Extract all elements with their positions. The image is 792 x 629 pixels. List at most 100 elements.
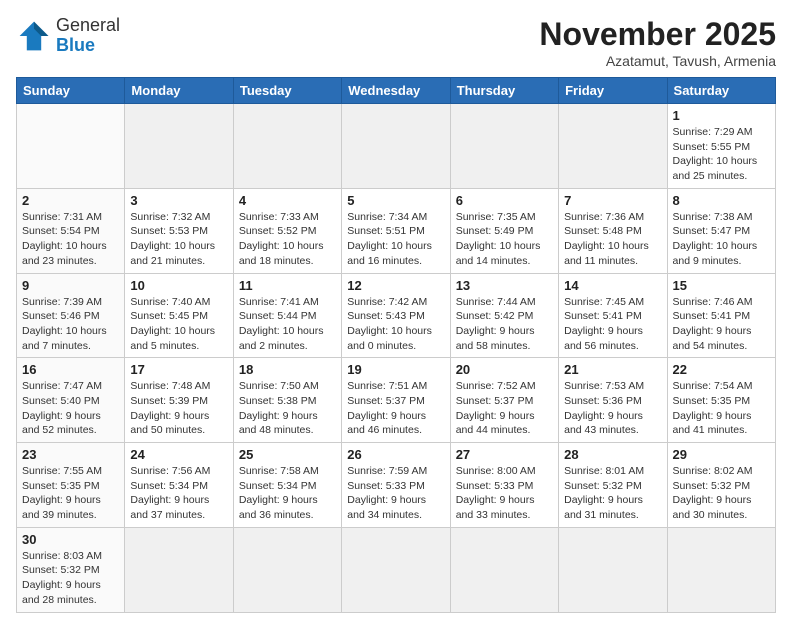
day-number: 11 — [239, 278, 336, 293]
calendar-cell: 26Sunrise: 7:59 AM Sunset: 5:33 PM Dayli… — [342, 443, 450, 528]
day-number: 12 — [347, 278, 444, 293]
week-row-4: 16 Sunrise: 7:47 AM Sunset: 5:40 PM Dayli… — [17, 358, 776, 443]
day-number: 23 — [22, 447, 119, 462]
calendar-cell: 21 Sunrise: 7:53 AM Sunset: 5:36 PM Dayli… — [559, 358, 667, 443]
day-info: Sunrise: 7:42 AM Sunset: 5:43 PM Dayligh… — [347, 295, 444, 354]
day-info: Sunrise: 7:52 AM Sunset: 5:37 PM Dayligh… — [456, 379, 553, 438]
month-title: November 2025 — [539, 16, 776, 53]
calendar-cell — [450, 527, 558, 612]
day-number: 28 — [564, 447, 661, 462]
week-row-3: 9 Sunrise: 7:39 AM Sunset: 5:46 PM Daylig… — [17, 273, 776, 358]
calendar-cell — [342, 104, 450, 189]
day-number: 14 — [564, 278, 661, 293]
day-info: Sunrise: 7:41 AM Sunset: 5:44 PM Dayligh… — [239, 295, 336, 354]
calendar-cell — [559, 527, 667, 612]
calendar-cell: 18 Sunrise: 7:50 AM Sunset: 5:38 PM Dayli… — [233, 358, 341, 443]
day-info: Sunrise: 7:44 AM Sunset: 5:42 PM Dayligh… — [456, 295, 553, 354]
calendar-header-thursday: Thursday — [450, 78, 558, 104]
calendar-cell: 8Sunrise: 7:38 AM Sunset: 5:47 PM Daylig… — [667, 188, 775, 273]
day-info: Sunrise: 7:53 AM Sunset: 5:36 PM Dayligh… — [564, 379, 661, 438]
calendar-cell — [450, 104, 558, 189]
day-info: Sunrise: 7:35 AM Sunset: 5:49 PM Dayligh… — [456, 210, 553, 269]
day-number: 4 — [239, 193, 336, 208]
calendar-cell: 24 Sunrise: 7:56 AM Sunset: 5:34 PM Dayli… — [125, 443, 233, 528]
week-row-1: 1Sunrise: 7:29 AM Sunset: 5:55 PM Daylig… — [17, 104, 776, 189]
day-number: 29 — [673, 447, 770, 462]
calendar-cell: 5 Sunrise: 7:34 AM Sunset: 5:51 PM Daylig… — [342, 188, 450, 273]
day-info: Sunrise: 7:54 AM Sunset: 5:35 PM Dayligh… — [673, 379, 770, 438]
calendar-cell: 30Sunrise: 8:03 AM Sunset: 5:32 PM Dayli… — [17, 527, 125, 612]
calendar-cell: 12 Sunrise: 7:42 AM Sunset: 5:43 PM Dayli… — [342, 273, 450, 358]
calendar-cell — [17, 104, 125, 189]
day-number: 24 — [130, 447, 227, 462]
calendar-cell: 15Sunrise: 7:46 AM Sunset: 5:41 PM Dayli… — [667, 273, 775, 358]
day-info: Sunrise: 8:01 AM Sunset: 5:32 PM Dayligh… — [564, 464, 661, 523]
day-number: 27 — [456, 447, 553, 462]
day-number: 16 — [22, 362, 119, 377]
day-info: Sunrise: 7:46 AM Sunset: 5:41 PM Dayligh… — [673, 295, 770, 354]
day-number: 26 — [347, 447, 444, 462]
calendar-cell — [667, 527, 775, 612]
logo-general: General — [56, 15, 120, 35]
location-subtitle: Azatamut, Tavush, Armenia — [539, 53, 776, 69]
calendar-cell: 9 Sunrise: 7:39 AM Sunset: 5:46 PM Daylig… — [17, 273, 125, 358]
calendar-header-friday: Friday — [559, 78, 667, 104]
day-number: 19 — [347, 362, 444, 377]
day-info: Sunrise: 7:50 AM Sunset: 5:38 PM Dayligh… — [239, 379, 336, 438]
calendar-cell: 14 Sunrise: 7:45 AM Sunset: 5:41 PM Dayli… — [559, 273, 667, 358]
day-info: Sunrise: 7:31 AM Sunset: 5:54 PM Dayligh… — [22, 210, 119, 269]
day-number: 1 — [673, 108, 770, 123]
day-info: Sunrise: 7:47 AM Sunset: 5:40 PM Dayligh… — [22, 379, 119, 438]
day-number: 5 — [347, 193, 444, 208]
calendar-cell: 20 Sunrise: 7:52 AM Sunset: 5:37 PM Dayli… — [450, 358, 558, 443]
day-number: 10 — [130, 278, 227, 293]
calendar-cell — [125, 527, 233, 612]
week-row-6: 30Sunrise: 8:03 AM Sunset: 5:32 PM Dayli… — [17, 527, 776, 612]
calendar-cell: 13Sunrise: 7:44 AM Sunset: 5:42 PM Dayli… — [450, 273, 558, 358]
calendar-cell: 29 Sunrise: 8:02 AM Sunset: 5:32 PM Dayli… — [667, 443, 775, 528]
calendar-cell: 25 Sunrise: 7:58 AM Sunset: 5:34 PM Dayli… — [233, 443, 341, 528]
calendar-cell: 17Sunrise: 7:48 AM Sunset: 5:39 PM Dayli… — [125, 358, 233, 443]
day-number: 22 — [673, 362, 770, 377]
calendar-cell — [125, 104, 233, 189]
calendar-cell — [559, 104, 667, 189]
day-number: 21 — [564, 362, 661, 377]
day-number: 20 — [456, 362, 553, 377]
day-info: Sunrise: 7:45 AM Sunset: 5:41 PM Dayligh… — [564, 295, 661, 354]
calendar: SundayMondayTuesdayWednesdayThursdayFrid… — [16, 77, 776, 613]
day-number: 25 — [239, 447, 336, 462]
title-area: November 2025 Azatamut, Tavush, Armenia — [539, 16, 776, 69]
calendar-cell: 22 Sunrise: 7:54 AM Sunset: 5:35 PM Dayli… — [667, 358, 775, 443]
week-row-2: 2Sunrise: 7:31 AM Sunset: 5:54 PM Daylig… — [17, 188, 776, 273]
day-info: Sunrise: 8:02 AM Sunset: 5:32 PM Dayligh… — [673, 464, 770, 523]
logo-text: General Blue — [56, 16, 120, 56]
day-info: Sunrise: 7:51 AM Sunset: 5:37 PM Dayligh… — [347, 379, 444, 438]
day-number: 3 — [130, 193, 227, 208]
day-info: Sunrise: 7:55 AM Sunset: 5:35 PM Dayligh… — [22, 464, 119, 523]
day-info: Sunrise: 7:33 AM Sunset: 5:52 PM Dayligh… — [239, 210, 336, 269]
logo-blue: Blue — [56, 35, 95, 55]
day-info: Sunrise: 7:36 AM Sunset: 5:48 PM Dayligh… — [564, 210, 661, 269]
calendar-cell: 6 Sunrise: 7:35 AM Sunset: 5:49 PM Daylig… — [450, 188, 558, 273]
calendar-header-monday: Monday — [125, 78, 233, 104]
day-number: 6 — [456, 193, 553, 208]
calendar-cell: 28 Sunrise: 8:01 AM Sunset: 5:32 PM Dayli… — [559, 443, 667, 528]
day-number: 18 — [239, 362, 336, 377]
day-number: 7 — [564, 193, 661, 208]
calendar-header-tuesday: Tuesday — [233, 78, 341, 104]
calendar-cell: 4 Sunrise: 7:33 AM Sunset: 5:52 PM Daylig… — [233, 188, 341, 273]
day-info: Sunrise: 7:56 AM Sunset: 5:34 PM Dayligh… — [130, 464, 227, 523]
day-info: Sunrise: 7:34 AM Sunset: 5:51 PM Dayligh… — [347, 210, 444, 269]
day-info: Sunrise: 7:58 AM Sunset: 5:34 PM Dayligh… — [239, 464, 336, 523]
day-info: Sunrise: 7:39 AM Sunset: 5:46 PM Dayligh… — [22, 295, 119, 354]
calendar-header-row: SundayMondayTuesdayWednesdayThursdayFrid… — [17, 78, 776, 104]
calendar-body: 1Sunrise: 7:29 AM Sunset: 5:55 PM Daylig… — [17, 104, 776, 613]
day-info: Sunrise: 7:32 AM Sunset: 5:53 PM Dayligh… — [130, 210, 227, 269]
logo: General Blue — [16, 16, 120, 56]
calendar-cell: 3 Sunrise: 7:32 AM Sunset: 5:53 PM Daylig… — [125, 188, 233, 273]
week-row-5: 23 Sunrise: 7:55 AM Sunset: 5:35 PM Dayli… — [17, 443, 776, 528]
day-info: Sunrise: 8:00 AM Sunset: 5:33 PM Dayligh… — [456, 464, 553, 523]
calendar-header-wednesday: Wednesday — [342, 78, 450, 104]
day-number: 9 — [22, 278, 119, 293]
calendar-cell: 2Sunrise: 7:31 AM Sunset: 5:54 PM Daylig… — [17, 188, 125, 273]
